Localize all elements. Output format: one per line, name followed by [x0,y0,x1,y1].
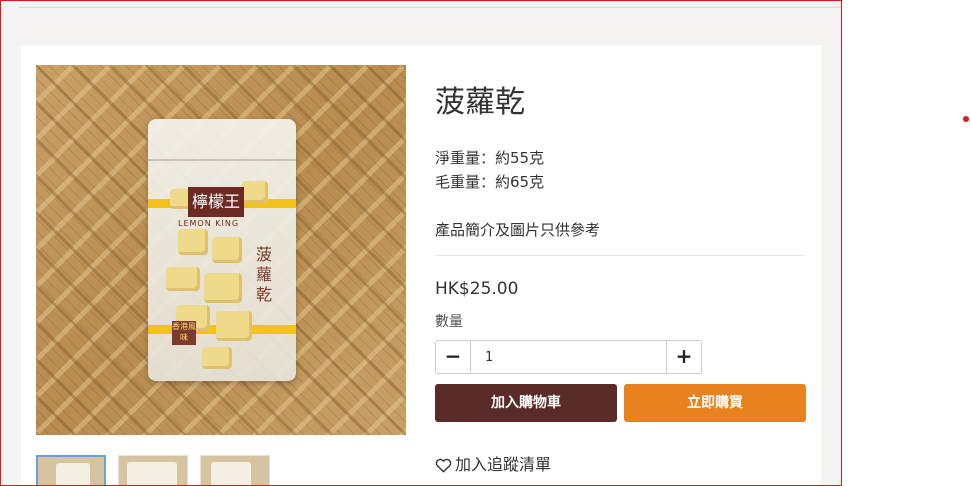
thumbnail-1[interactable] [36,455,106,485]
quantity-increase-button[interactable]: + [666,340,702,374]
wishlist-label: 加入追蹤清單 [455,455,552,474]
page-frame: 檸檬王 LEMON KING 菠蘿乾 香港風味 菠蘿乾 淨重量：約55克 毛重量… [0,0,842,486]
product-title: 菠蘿乾 [435,85,525,120]
pineapple-piece [204,273,242,303]
disclaimer-note: 產品簡介及圖片只供參考 [435,221,601,239]
product-card: 檸檬王 LEMON KING 菠蘿乾 香港風味 菠蘿乾 淨重量：約55克 毛重量… [21,45,821,485]
heart-outline-icon [435,458,452,473]
quantity-label: 數量 [435,314,463,330]
package-brand-label: 檸檬王 [188,187,244,217]
info-divider [435,255,805,256]
pineapple-piece [212,237,242,263]
pineapple-piece [202,347,232,369]
thumbnail-3[interactable] [200,455,270,485]
package-stamp: 香港風味 [172,321,196,345]
pineapple-piece [216,311,252,341]
add-to-wishlist-link[interactable]: 加入追蹤清單 [435,451,551,475]
gross-weight: 毛重量：約65克 [435,173,545,191]
pineapple-piece [178,229,208,255]
red-marker-dot [963,116,969,122]
quantity-decrease-button[interactable]: − [435,340,471,374]
package-brand-en: LEMON KING [178,219,240,228]
product-main-image[interactable]: 檸檬王 LEMON KING 菠蘿乾 香港風味 [36,65,406,435]
add-to-cart-button[interactable]: 加入購物車 [435,384,617,422]
quantity-stepper: − + [435,340,703,374]
product-package-image: 檸檬王 LEMON KING 菠蘿乾 香港風味 [148,119,296,381]
package-zip-line [148,159,296,161]
package-product-name: 菠蘿乾 [256,245,273,304]
thumbnail-2[interactable] [118,455,188,485]
product-price: HK$25.00 [435,279,519,299]
net-weight: 淨重量：約55克 [435,149,545,167]
pineapple-piece [166,267,200,291]
pineapple-piece [242,181,268,203]
buy-now-button[interactable]: 立即購買 [624,384,806,422]
quantity-input[interactable] [471,340,666,374]
header-divider [19,7,841,8]
